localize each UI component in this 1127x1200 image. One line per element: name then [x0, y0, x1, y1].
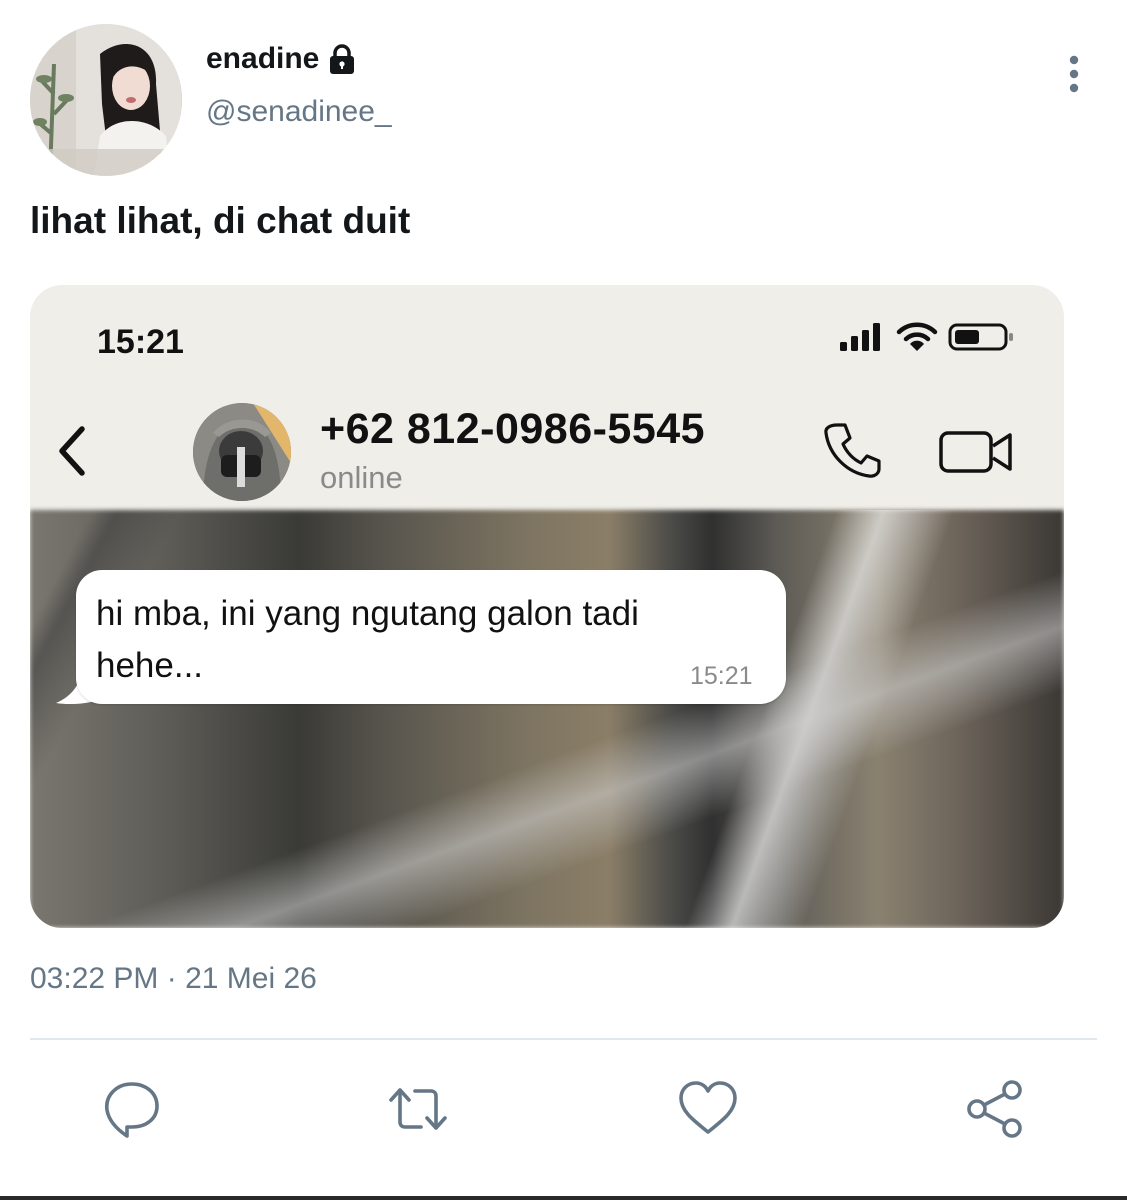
- divider: [30, 1038, 1097, 1040]
- wifi-icon: [896, 322, 938, 351]
- back-icon[interactable]: [54, 423, 90, 479]
- contact-status: online: [320, 460, 403, 495]
- tweet-media-image[interactable]: 15:21 +62 812-0986-5545 online hi mba, i…: [30, 285, 1064, 928]
- signal-icon: [840, 323, 880, 351]
- author-avatar[interactable]: [30, 24, 182, 176]
- lock-icon: [330, 44, 355, 74]
- tweet-text: lihat lihat, di chat duit: [30, 200, 411, 241]
- status-bar-time: 15:21: [97, 323, 184, 361]
- reply-icon[interactable]: [101, 1078, 163, 1140]
- avatar-photo: [30, 24, 182, 176]
- retweet-icon[interactable]: [387, 1078, 449, 1140]
- share-icon[interactable]: [964, 1078, 1026, 1140]
- more-options-icon[interactable]: [1067, 54, 1081, 94]
- battery-icon: [948, 323, 1013, 351]
- tweet-timestamp[interactable]: 03:22 PM · 21 Mei 26: [30, 962, 317, 996]
- tweet-page: enadine @senadinee_ lihat lihat, di chat…: [0, 0, 1127, 1200]
- author-handle[interactable]: @senadinee_: [206, 95, 392, 129]
- contact-number[interactable]: +62 812-0986-5545: [320, 405, 705, 454]
- contact-avatar[interactable]: [193, 403, 291, 501]
- chat-header: +62 812-0986-5545 online: [30, 385, 1064, 510]
- message-line-1: hi mba, ini yang ngutang galon tadi: [96, 594, 639, 633]
- author-name-row: enadine: [206, 42, 357, 76]
- video-call-icon[interactable]: [938, 429, 1014, 475]
- contact-avatar-photo: [193, 403, 291, 501]
- heart-icon[interactable]: [677, 1078, 739, 1140]
- status-bar-icons: [840, 321, 1016, 353]
- message-line-2: hehe...: [96, 646, 204, 685]
- call-icon[interactable]: [823, 421, 881, 479]
- author-display-name[interactable]: enadine: [206, 42, 319, 76]
- message-text: hi mba, ini yang ngutang galon tadi hehe…: [96, 588, 776, 692]
- bottom-border: [0, 1196, 1127, 1200]
- message-time: 15:21: [690, 662, 753, 690]
